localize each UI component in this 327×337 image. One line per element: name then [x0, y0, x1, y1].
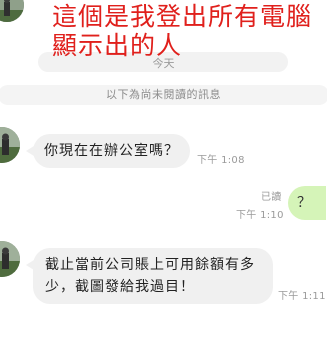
avatar[interactable]	[0, 241, 20, 277]
read-status: 已讀	[261, 192, 282, 203]
message-time: 下午 1:11	[278, 291, 326, 302]
unread-divider: 以下為尚未閱讀的訊息	[0, 85, 327, 105]
avatar[interactable]	[0, 127, 20, 163]
avatar-photo-icon	[0, 241, 20, 277]
message-text: ？	[297, 195, 311, 211]
date-separator-label: 今天	[152, 57, 175, 70]
unread-divider-label: 以下為尚未閱讀的訊息	[106, 88, 221, 101]
avatar-photo-icon	[0, 0, 24, 22]
avatar[interactable]	[0, 0, 24, 22]
message-time: 下午 1:10	[236, 210, 284, 221]
annotation-line-1: 這個是我登出所有電腦	[52, 2, 313, 31]
message-text: 你現在在辦公室嗎？	[44, 143, 179, 159]
avatar-photo-icon	[0, 127, 20, 163]
message-bubble-incoming[interactable]: 你現在在辦公室嗎？	[26, 134, 190, 168]
message-text: 截止當前公司賬上可用餘額有多少，截圖發給我過目！	[45, 257, 255, 295]
annotation-caption: 這個是我登出所有電腦 顯示出的人	[52, 2, 327, 60]
message-bubble-outgoing[interactable]: ？	[288, 186, 326, 220]
message-bubble-incoming[interactable]: 截止當前公司賬上可用餘額有多少，截圖發給我過目！	[26, 248, 273, 304]
message-time: 下午 1:08	[197, 155, 245, 166]
